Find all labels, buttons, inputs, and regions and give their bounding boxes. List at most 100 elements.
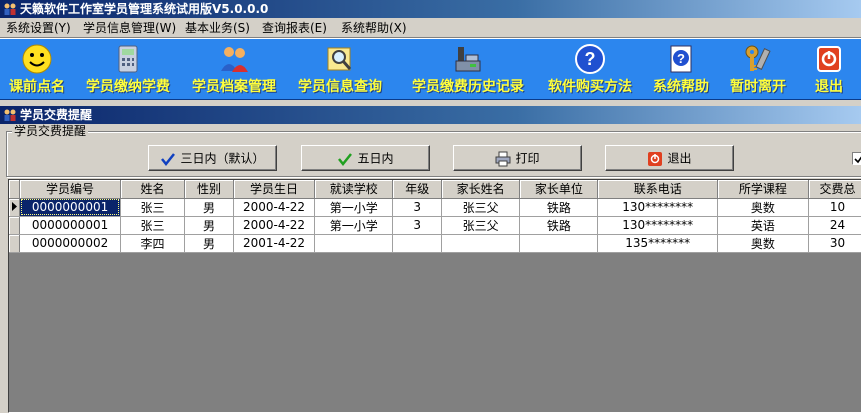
cell-phone[interactable]: 130******** bbox=[597, 198, 718, 217]
toolbar-label: 学员信息查询 bbox=[298, 79, 382, 95]
window-title: 天籁软件工作室学员管理系统试用版V5.0.0.0 bbox=[20, 2, 269, 16]
app-people-icon bbox=[4, 3, 16, 15]
cell-student-id[interactable]: 0000000002 bbox=[19, 234, 121, 253]
cell-name[interactable]: 张三 bbox=[120, 216, 186, 235]
toolbar-label: 暂时离开 bbox=[730, 79, 786, 95]
five-days-button[interactable]: 五日内 bbox=[301, 145, 430, 171]
option-checkbox[interactable] bbox=[852, 152, 861, 165]
toolbar-exit-button[interactable]: 退出 bbox=[800, 41, 858, 99]
row-indicator[interactable] bbox=[9, 216, 21, 235]
cell-student-id[interactable]: 0000000001 bbox=[19, 216, 121, 235]
header-phone[interactable]: 联系电话 bbox=[597, 180, 718, 199]
menu-basic-business[interactable]: 基本业务(S) bbox=[183, 20, 252, 36]
header-school[interactable]: 就读学校 bbox=[314, 180, 394, 199]
smiley-icon bbox=[22, 44, 52, 74]
menu-system-help[interactable]: 系统帮助(X) bbox=[339, 20, 409, 36]
help-icon: ? bbox=[575, 44, 605, 74]
header-grade[interactable]: 年级 bbox=[392, 180, 443, 199]
cell-school[interactable]: 第一小学 bbox=[314, 216, 394, 235]
help-book-icon: ? bbox=[670, 45, 692, 73]
cell-parent-employer[interactable] bbox=[519, 234, 599, 253]
toolbar-roll-call-button[interactable]: 课前点名 bbox=[2, 41, 72, 99]
print-button[interactable]: 打印 bbox=[453, 145, 582, 171]
exit-button[interactable]: 退出 bbox=[605, 145, 734, 171]
toolbar-purchase-method-button[interactable]: ? 软件购买方法 bbox=[540, 41, 640, 99]
cell-parent-name[interactable]: 张三父 bbox=[441, 216, 521, 235]
cell-parent-employer[interactable]: 铁路 bbox=[519, 216, 599, 235]
cell-parent-name[interactable]: 张三父 bbox=[441, 198, 521, 217]
cell-grade[interactable]: 3 bbox=[392, 216, 443, 235]
grid-header-row: 学员编号 姓名 性别 学员生日 就读学校 年级 家长姓名 家长单位 联系电话 所… bbox=[9, 180, 861, 199]
cell-course[interactable]: 英语 bbox=[717, 216, 809, 235]
toolbar-away-button[interactable]: 暂时离开 bbox=[722, 41, 794, 99]
menu-query-report[interactable]: 查询报表(E) bbox=[260, 20, 329, 36]
header-indicator bbox=[9, 180, 21, 199]
svg-text:?: ? bbox=[585, 49, 596, 69]
header-birthday[interactable]: 学员生日 bbox=[233, 180, 316, 199]
cell-gender[interactable]: 男 bbox=[184, 216, 234, 235]
cell-name[interactable]: 张三 bbox=[120, 198, 186, 217]
cell-birthday[interactable]: 2000-4-22 bbox=[233, 198, 316, 217]
toolbar-payment-history-button[interactable]: 学员缴费历史记录 bbox=[404, 41, 532, 99]
three-days-label: 三日内（默认） bbox=[180, 151, 265, 166]
cell-phone[interactable]: 130******** bbox=[597, 216, 718, 235]
cell-parent-employer[interactable]: 铁路 bbox=[519, 198, 599, 217]
five-days-label: 五日内 bbox=[357, 151, 394, 166]
row-indicator[interactable] bbox=[9, 234, 21, 253]
reminder-data-grid[interactable]: 学员编号 姓名 性别 学员生日 就读学校 年级 家长姓名 家长单位 联系电话 所… bbox=[8, 179, 861, 413]
table-row[interactable]: 0000000002 李四 男 2001-4-22 135******* 奥数 … bbox=[9, 234, 861, 253]
table-row[interactable]: 0000000001 张三 男 2000-4-22 第一小学 3 张三父 铁路 … bbox=[9, 216, 861, 235]
child-people-icon bbox=[4, 109, 16, 121]
header-course[interactable]: 所学课程 bbox=[717, 180, 809, 199]
toolbar-label: 软件购买方法 bbox=[548, 79, 632, 95]
toolbar: 课前点名 学员缴纳学费 学员档案管理 学员信息查询 学员缴费历史记录 ? 软件购… bbox=[0, 38, 861, 100]
magnifier-icon bbox=[327, 47, 352, 71]
toolbar-label: 学员缴费历史记录 bbox=[412, 79, 524, 95]
header-gender[interactable]: 性别 bbox=[184, 180, 234, 199]
header-parent-employer[interactable]: 家长单位 bbox=[519, 180, 599, 199]
exit-label: 退出 bbox=[667, 151, 692, 166]
toolbar-search-button[interactable]: 学员信息查询 bbox=[290, 41, 390, 99]
cell-total-fee[interactable]: 24 bbox=[808, 216, 861, 235]
people-icon bbox=[221, 47, 248, 72]
svg-text:?: ? bbox=[677, 51, 685, 66]
cell-gender[interactable]: 男 bbox=[184, 198, 234, 217]
child-window-title-bar: 学员交费提醒 bbox=[0, 106, 861, 124]
cell-parent-name[interactable] bbox=[441, 234, 521, 253]
cell-birthday[interactable]: 2001-4-22 bbox=[233, 234, 316, 253]
three-days-button[interactable]: 三日内（默认） bbox=[148, 145, 277, 171]
row-indicator[interactable] bbox=[9, 198, 21, 217]
cell-total-fee[interactable]: 10 bbox=[808, 198, 861, 217]
header-total-fee[interactable]: 交费总 bbox=[808, 180, 861, 199]
keys-icon bbox=[745, 45, 771, 71]
cell-course[interactable]: 奥数 bbox=[717, 234, 809, 253]
header-parent-name[interactable]: 家长姓名 bbox=[441, 180, 521, 199]
toolbar-pay-tuition-button[interactable]: 学员缴纳学费 bbox=[78, 41, 178, 99]
cell-course[interactable]: 奥数 bbox=[717, 198, 809, 217]
checkmark-icon bbox=[161, 152, 176, 166]
cell-birthday[interactable]: 2000-4-22 bbox=[233, 216, 316, 235]
printer-icon bbox=[495, 151, 511, 166]
cell-grade[interactable] bbox=[392, 234, 443, 253]
table-row[interactable]: 0000000001 张三 男 2000-4-22 第一小学 3 张三父 铁路 … bbox=[9, 198, 861, 217]
menu-student-info[interactable]: 学员信息管理(W) bbox=[81, 20, 178, 36]
header-student-id[interactable]: 学员编号 bbox=[19, 180, 121, 199]
cash-register-icon bbox=[455, 47, 481, 72]
menu-system-settings[interactable]: 系统设置(Y) bbox=[4, 20, 73, 36]
header-name[interactable]: 姓名 bbox=[120, 180, 186, 199]
cell-phone[interactable]: 135******* bbox=[597, 234, 718, 253]
cell-grade[interactable]: 3 bbox=[392, 198, 443, 217]
cell-student-id[interactable]: 0000000001 bbox=[19, 198, 121, 217]
print-label: 打印 bbox=[515, 151, 540, 166]
toolbar-system-help-button[interactable]: ? 系统帮助 bbox=[645, 41, 717, 99]
cell-name[interactable]: 李四 bbox=[120, 234, 186, 253]
cell-school[interactable]: 第一小学 bbox=[314, 198, 394, 217]
exit-icon bbox=[817, 46, 841, 72]
cell-school[interactable] bbox=[314, 234, 394, 253]
cell-gender[interactable]: 男 bbox=[184, 234, 234, 253]
cell-total-fee[interactable]: 30 bbox=[808, 234, 861, 253]
title-bar: 天籁软件工作室学员管理系统试用版V5.0.0.0 bbox=[0, 0, 861, 18]
toolbar-archive-button[interactable]: 学员档案管理 bbox=[184, 41, 284, 99]
toolbar-label: 退出 bbox=[815, 79, 843, 95]
toolbar-label: 系统帮助 bbox=[653, 79, 709, 95]
